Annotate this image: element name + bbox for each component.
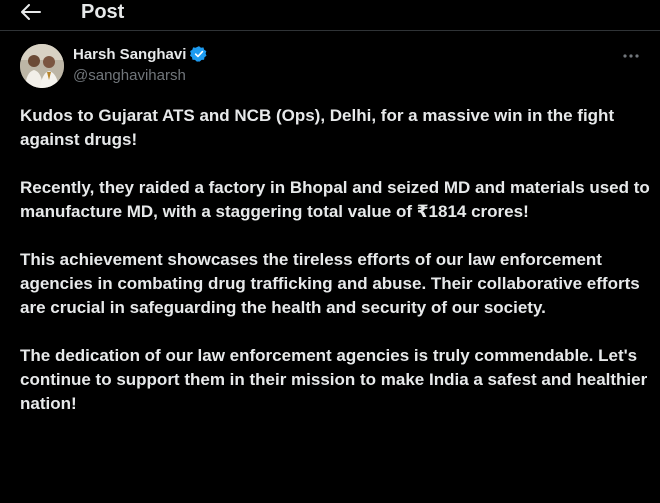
author-handle[interactable]: @sanghaviharsh <box>73 67 186 84</box>
page-title: Post <box>81 1 125 23</box>
more-options-button[interactable] <box>616 46 646 66</box>
profile-photo <box>20 44 64 88</box>
tweet-paragraph: The dedication of our law enforcement ag… <box>20 346 648 413</box>
author-name[interactable]: Harsh Sanghavi <box>73 46 186 63</box>
arrow-left-icon <box>21 4 41 20</box>
back-button[interactable] <box>16 0 46 24</box>
header-divider <box>0 30 660 31</box>
tweet-paragraph: This achievement showcases the tireless … <box>20 250 640 317</box>
avatar[interactable] <box>20 44 64 88</box>
tweet-paragraph: Kudos to Gujarat ATS and NCB (Ops), Delh… <box>20 106 615 149</box>
tweet-text: Kudos to Gujarat ATS and NCB (Ops), Delh… <box>20 104 650 416</box>
more-horizontal-icon <box>623 54 639 58</box>
author-name-row: Harsh Sanghavi <box>73 44 208 64</box>
post-header: Post <box>0 0 660 26</box>
verified-badge-icon <box>190 45 208 63</box>
tweet-paragraph: Recently, they raided a factory in Bhopa… <box>20 178 650 221</box>
